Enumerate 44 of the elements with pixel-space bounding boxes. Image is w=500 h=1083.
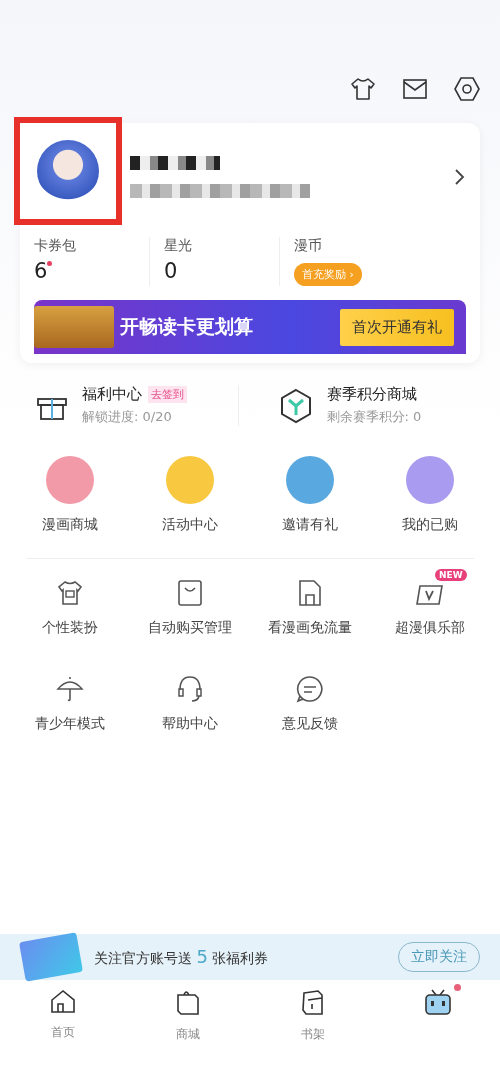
follow-text: 关注官方账号送 5 张福利券	[94, 946, 270, 968]
tool-label[interactable]: 帮助中心	[162, 715, 218, 733]
tab[interactable]: 书架	[250, 980, 375, 1083]
promo-banner[interactable]: 开畅读卡更划算 首次开通有礼	[34, 300, 466, 354]
mail-icon[interactable]	[402, 78, 428, 100]
welfare-subtitle: 剩余赛季积分: 0	[326, 408, 422, 426]
house-icon	[49, 988, 76, 1014]
umbrella-icon[interactable]	[56, 675, 84, 703]
sim-card-icon[interactable]	[298, 579, 322, 607]
tab[interactable]: 商城	[125, 980, 250, 1083]
shopping-bag-icon[interactable]	[177, 579, 203, 607]
feature-label[interactable]: 我的已购	[402, 516, 458, 534]
tool-label[interactable]: 超漫俱乐部	[395, 619, 465, 637]
t-shirt-icon[interactable]	[350, 77, 376, 101]
headset-icon[interactable]	[176, 674, 204, 704]
welfare-title[interactable]: 赛季积分商城	[326, 385, 417, 404]
feature-label[interactable]: 活动中心	[162, 516, 218, 534]
tool-label[interactable]: 意见反馈	[282, 715, 338, 733]
new-badge: NEW	[435, 569, 467, 581]
welfare-title[interactable]: 福利中心	[82, 385, 142, 404]
robot-tv-icon	[422, 988, 453, 1016]
tool-label[interactable]: 青少年模式	[35, 715, 105, 733]
shopping-bag-icon	[174, 988, 201, 1016]
book-stack-icon	[299, 988, 326, 1016]
tab[interactable]: 首页	[0, 980, 125, 1083]
t-shirt-icon[interactable]	[56, 579, 84, 607]
feature-illustration[interactable]	[286, 456, 334, 504]
chat-bubble-icon[interactable]	[295, 674, 325, 704]
promo-button[interactable]: 首次开通有礼	[340, 308, 454, 346]
settings-icon[interactable]	[454, 76, 480, 102]
stat-label: 卡券包	[34, 237, 77, 255]
promo-text: 开畅读卡更划算	[120, 314, 254, 339]
tool-label[interactable]: 自动购买管理	[148, 619, 232, 637]
feature-label[interactable]: 漫画商城	[42, 516, 98, 534]
welfare-subtitle: 解锁进度: 0/20	[82, 408, 173, 426]
stat-value[interactable]: 6	[34, 259, 48, 283]
tool-label[interactable]: 个性装扮	[42, 619, 98, 637]
stat-value[interactable]: 0	[164, 259, 178, 283]
cube-icon[interactable]	[278, 387, 313, 424]
tool-label[interactable]: 看漫画免流量	[268, 619, 352, 637]
stat-label: 星光	[164, 237, 193, 255]
stat-label: 漫币	[294, 237, 323, 255]
feature-label[interactable]: 邀请有礼	[282, 516, 338, 534]
chevron-right-icon[interactable]	[454, 168, 466, 186]
